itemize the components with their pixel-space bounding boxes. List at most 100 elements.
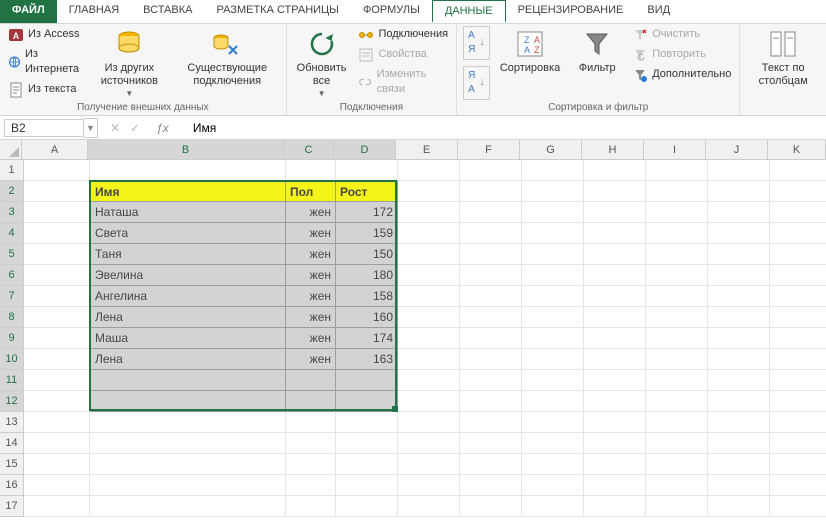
cell[interactable]: жен — [286, 286, 336, 307]
cell[interactable]: жен — [286, 202, 336, 223]
cell[interactable] — [770, 370, 826, 391]
cell[interactable] — [522, 202, 584, 223]
cell[interactable]: Таня — [90, 244, 286, 265]
refresh-all-button[interactable]: Обновить все ▼ — [293, 26, 351, 100]
cell[interactable] — [770, 391, 826, 412]
cell[interactable] — [584, 286, 646, 307]
cell[interactable] — [584, 265, 646, 286]
cell[interactable] — [522, 349, 584, 370]
confirm-formula-button[interactable]: ✓ — [130, 121, 140, 135]
cell[interactable] — [708, 328, 770, 349]
cell[interactable] — [646, 370, 708, 391]
cell[interactable] — [24, 433, 90, 454]
row-header[interactable]: 11 — [0, 370, 24, 391]
cell[interactable] — [708, 475, 770, 496]
cell[interactable] — [646, 328, 708, 349]
cell[interactable] — [90, 475, 286, 496]
formula-input[interactable] — [187, 119, 826, 137]
cell[interactable] — [646, 181, 708, 202]
cell[interactable] — [584, 202, 646, 223]
cell[interactable] — [584, 223, 646, 244]
cell[interactable] — [770, 412, 826, 433]
cell[interactable] — [398, 412, 460, 433]
column-header[interactable]: F — [458, 140, 520, 160]
edit-links-button[interactable]: Изменить связи — [356, 66, 450, 99]
cell[interactable] — [770, 475, 826, 496]
select-all-button[interactable] — [0, 140, 22, 160]
cell[interactable] — [398, 475, 460, 496]
reapply-button[interactable]: Повторить — [630, 46, 733, 64]
cell[interactable] — [770, 328, 826, 349]
advanced-button[interactable]: Дополнительно — [630, 66, 733, 84]
cell[interactable] — [708, 223, 770, 244]
cell[interactable]: Эвелина — [90, 265, 286, 286]
row-header[interactable]: 12 — [0, 391, 24, 412]
row-header[interactable]: 6 — [0, 265, 24, 286]
from-web-button[interactable]: Из Интернета — [6, 46, 84, 79]
cell[interactable] — [460, 181, 522, 202]
cell[interactable] — [708, 286, 770, 307]
cell[interactable] — [24, 307, 90, 328]
cancel-formula-button[interactable]: ✕ — [110, 121, 120, 135]
cell[interactable] — [24, 265, 90, 286]
cell[interactable] — [24, 160, 90, 181]
cell[interactable] — [770, 160, 826, 181]
cell[interactable] — [24, 496, 90, 517]
cell[interactable] — [460, 244, 522, 265]
cell[interactable] — [708, 391, 770, 412]
cell[interactable] — [708, 202, 770, 223]
cell[interactable] — [708, 244, 770, 265]
cell[interactable] — [584, 475, 646, 496]
cell[interactable] — [286, 475, 336, 496]
column-header[interactable]: A — [22, 140, 88, 160]
cell[interactable] — [522, 181, 584, 202]
row-header[interactable]: 7 — [0, 286, 24, 307]
cells-area[interactable]: ИмяПолРостНаташажен172Светажен159Таняжен… — [24, 160, 826, 517]
cell[interactable] — [90, 496, 286, 517]
cell[interactable] — [522, 412, 584, 433]
cell[interactable] — [24, 181, 90, 202]
from-text-button[interactable]: Из текста — [6, 81, 84, 99]
cell[interactable] — [24, 286, 90, 307]
cell[interactable] — [460, 433, 522, 454]
column-header[interactable]: K — [768, 140, 826, 160]
cell[interactable]: 180 — [336, 265, 398, 286]
cell[interactable] — [90, 412, 286, 433]
cell[interactable] — [336, 391, 398, 412]
row-header[interactable]: 17 — [0, 496, 24, 517]
column-header[interactable]: J — [706, 140, 768, 160]
cell[interactable] — [286, 496, 336, 517]
cell[interactable]: жен — [286, 328, 336, 349]
cell[interactable] — [584, 433, 646, 454]
row-header[interactable]: 4 — [0, 223, 24, 244]
cell[interactable] — [460, 391, 522, 412]
cell[interactable] — [708, 454, 770, 475]
cell[interactable] — [460, 223, 522, 244]
cell[interactable]: жен — [286, 307, 336, 328]
row-header[interactable]: 8 — [0, 307, 24, 328]
fx-icon[interactable]: ƒx — [150, 121, 175, 135]
cell[interactable] — [522, 454, 584, 475]
cell[interactable] — [460, 307, 522, 328]
properties-button[interactable]: Свойства — [356, 46, 450, 64]
column-header[interactable]: H — [582, 140, 644, 160]
cell[interactable] — [646, 160, 708, 181]
row-header[interactable]: 5 — [0, 244, 24, 265]
cell[interactable] — [584, 181, 646, 202]
cell[interactable] — [770, 244, 826, 265]
cell[interactable] — [522, 433, 584, 454]
text-to-columns-button[interactable]: Текст по столбцам — [746, 26, 820, 89]
column-header[interactable]: I — [644, 140, 706, 160]
cell[interactable] — [398, 244, 460, 265]
tab-pagelayout[interactable]: РАЗМЕТКА СТРАНИЦЫ — [204, 0, 350, 23]
tab-formulas[interactable]: ФОРМУЛЫ — [351, 0, 432, 23]
cell[interactable]: Имя — [90, 181, 286, 202]
sort-za-button[interactable]: ЯА↓ — [463, 66, 490, 100]
cell[interactable] — [460, 286, 522, 307]
cell[interactable] — [24, 349, 90, 370]
cell[interactable]: жен — [286, 265, 336, 286]
cell[interactable] — [646, 307, 708, 328]
cell[interactable] — [398, 328, 460, 349]
cell[interactable]: 163 — [336, 349, 398, 370]
cell[interactable] — [460, 496, 522, 517]
